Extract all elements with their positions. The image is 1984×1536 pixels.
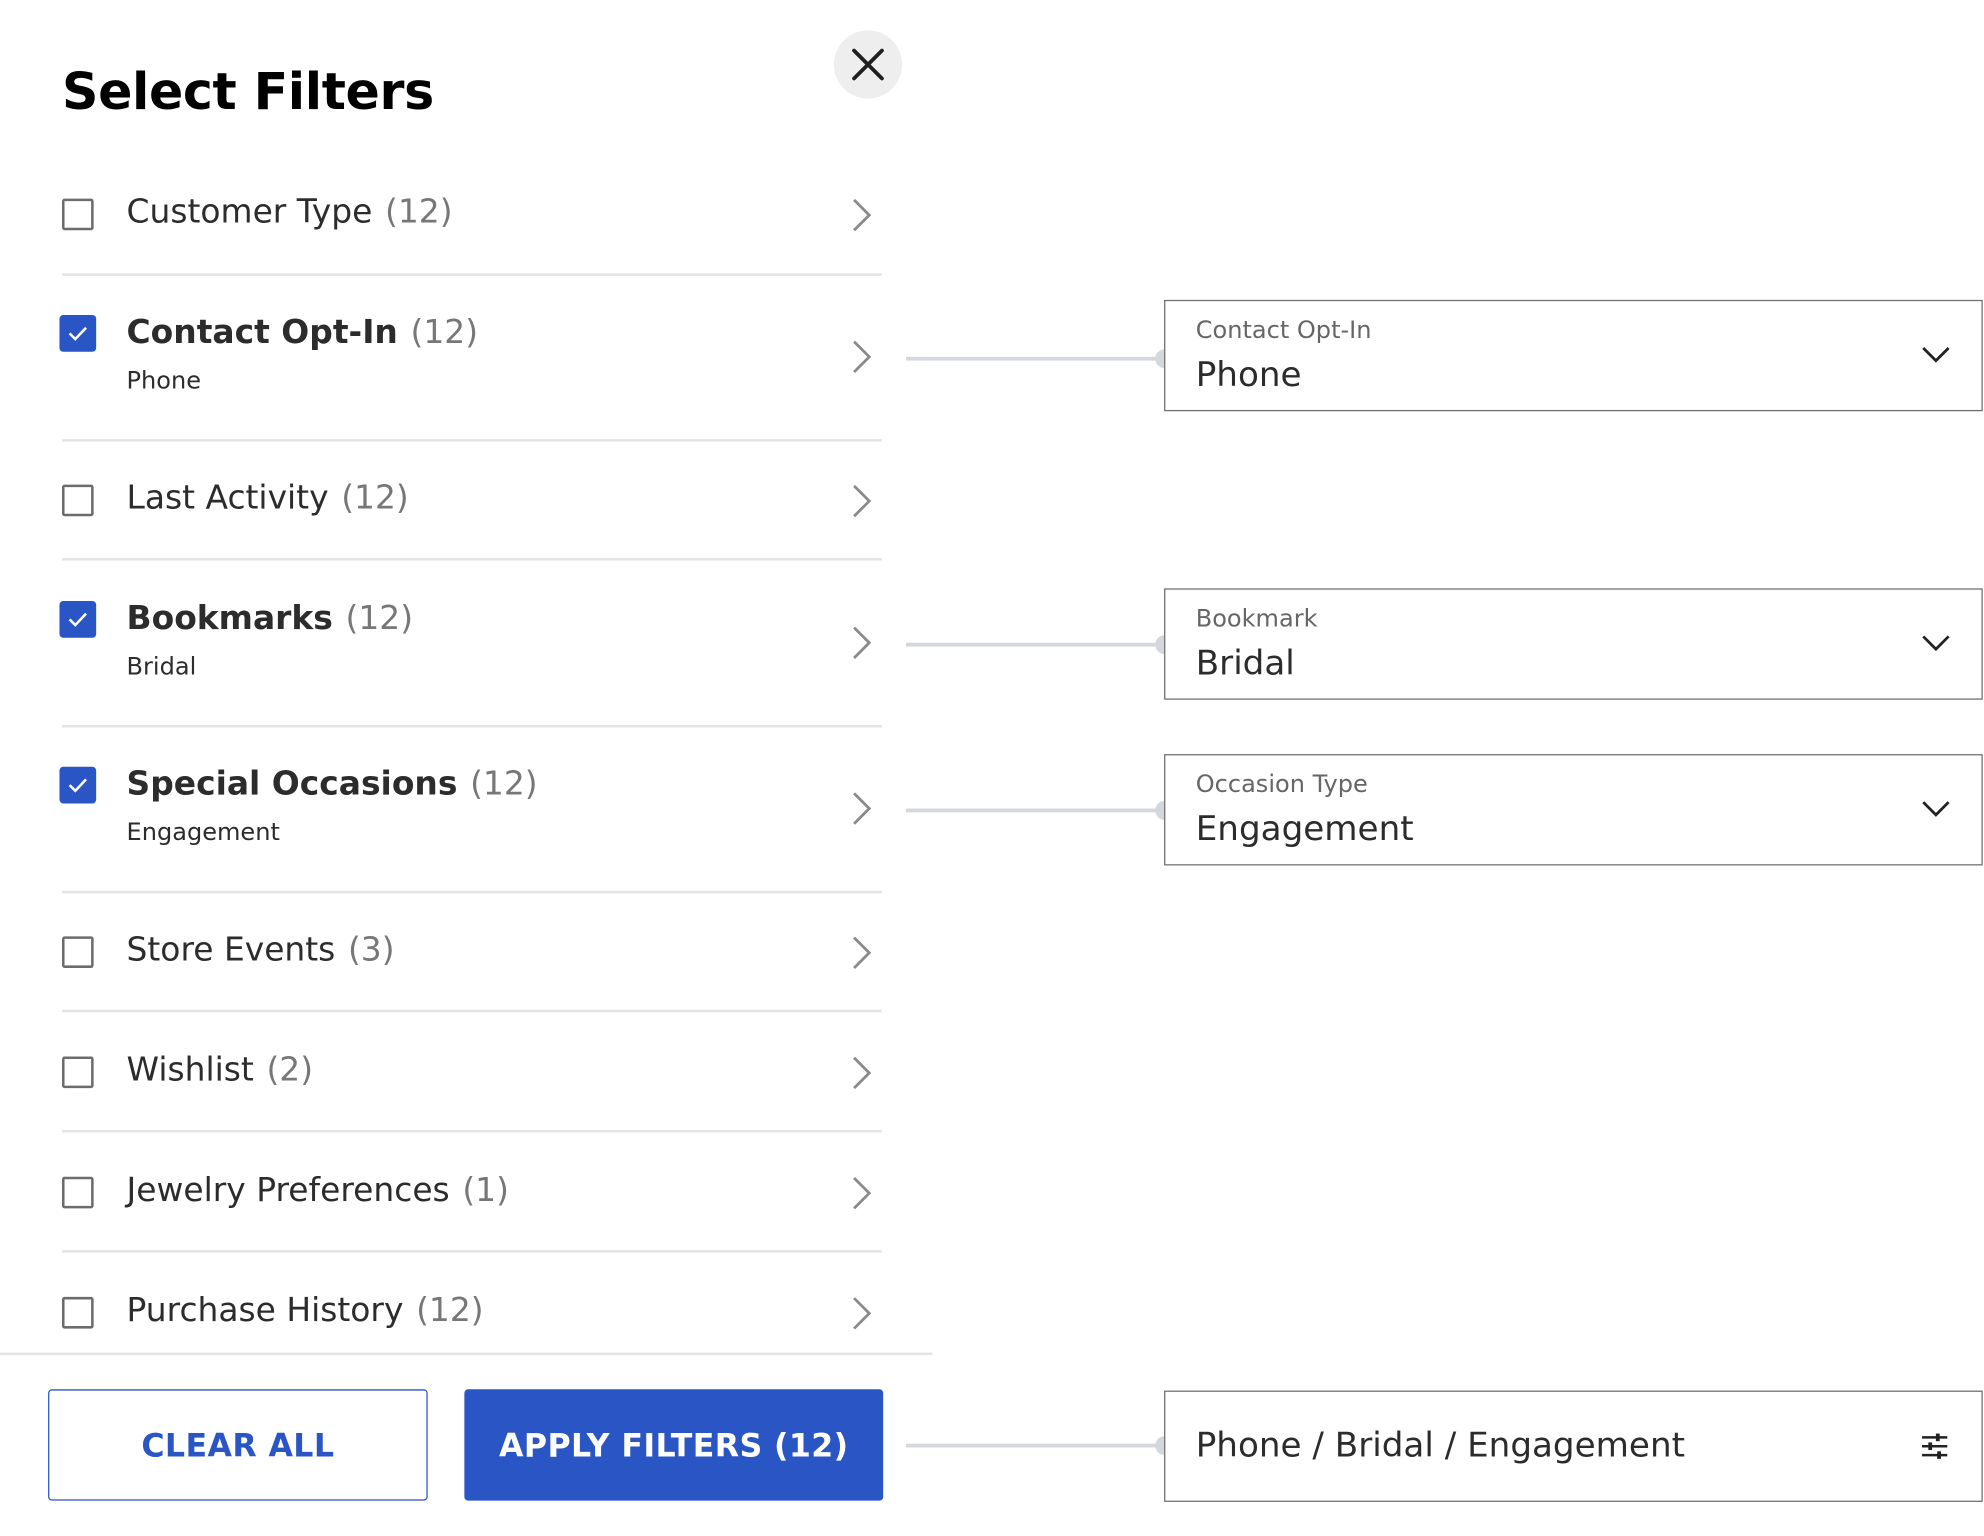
dropdown-value: Bridal	[1195, 644, 1295, 684]
chevron-down-icon	[1922, 635, 1950, 652]
dropdown-value: Engagement	[1195, 809, 1414, 850]
filters-annotation-stage: Select Filters Customer Type (12) Contact…	[0, 0, 1984, 1528]
filter-label: Last Activity (12)	[127, 480, 409, 518]
bookmarks-checkbox[interactable]	[59, 601, 97, 638]
store-events-checkbox[interactable]	[61, 936, 94, 968]
filter-label: Customer Type (12)	[127, 194, 453, 232]
contact-opt-in-dropdown[interactable]: Contact Opt-In Phone	[1164, 299, 1983, 412]
chevron-right-icon[interactable]	[849, 1296, 874, 1331]
clear-all-button[interactable]: CLEAR ALL	[48, 1389, 428, 1501]
filter-label: Contact Opt-In (12)	[127, 314, 479, 352]
wishlist-checkbox[interactable]	[61, 1056, 94, 1089]
filter-label: Jewelry Preferences (1)	[127, 1172, 509, 1210]
connector-line	[905, 800, 1175, 820]
footer-divider	[0, 1352, 933, 1356]
filter-count: (12)	[341, 479, 409, 518]
filter-name: Bookmarks	[126, 599, 333, 638]
filter-name: Contact Opt-In	[126, 313, 398, 352]
filter-count: (12)	[385, 193, 453, 232]
bookmark-dropdown[interactable]: Bookmark Bridal	[1164, 588, 1983, 700]
close-icon	[852, 48, 884, 81]
sliders-icon[interactable]	[1921, 1432, 1949, 1460]
chevron-right-icon[interactable]	[849, 625, 874, 660]
filter-row-store-events[interactable]: Store Events (3)	[61, 891, 882, 1013]
filter-row-bookmarks[interactable]: Bookmarks (12) Bridal	[59, 559, 882, 728]
filter-selected-value: Bridal	[126, 652, 197, 681]
purchase-history-checkbox[interactable]	[61, 1296, 94, 1329]
filter-name: Wishlist	[126, 1051, 254, 1090]
filter-row-purchase-history[interactable]: Purchase History (12)	[61, 1251, 882, 1352]
filter-count: (1)	[462, 1171, 509, 1210]
checkmark-icon	[68, 612, 87, 627]
chevron-right-icon[interactable]	[849, 791, 874, 826]
filter-label: Purchase History (12)	[127, 1292, 484, 1330]
filter-count: (2)	[266, 1051, 314, 1090]
page-title: Select Filters	[61, 63, 434, 122]
dropdown-value: Phone	[1195, 355, 1302, 395]
filter-row-last-activity[interactable]: Last Activity (12)	[61, 439, 882, 561]
chevron-right-icon[interactable]	[849, 1175, 874, 1210]
chevron-right-icon[interactable]	[849, 483, 874, 518]
chevron-right-icon[interactable]	[849, 339, 874, 374]
filter-label: Bookmarks (12)	[127, 600, 414, 638]
filter-name: Jewelry Preferences	[126, 1171, 450, 1210]
filter-count: (12)	[470, 765, 538, 804]
apply-filters-button[interactable]: APPLY FILTERS (12)	[464, 1389, 884, 1501]
connector-line	[905, 635, 1175, 655]
special-occasions-checkbox[interactable]	[59, 766, 97, 804]
filter-label: Special Occasions (12)	[127, 766, 538, 804]
dropdown-label: Bookmark	[1195, 604, 1318, 633]
filter-count: (12)	[410, 313, 479, 352]
filter-name: Store Events	[126, 931, 336, 970]
filter-name: Purchase History	[126, 1291, 404, 1330]
occasion-type-dropdown[interactable]: Occasion Type Engagement	[1164, 754, 1983, 866]
filter-row-customer-type[interactable]: Customer Type (12)	[61, 156, 882, 276]
filter-label: Store Events (3)	[127, 931, 395, 969]
connector-line	[905, 349, 1175, 369]
filter-summary-text: Phone / Bridal / Engagement	[1195, 1425, 1686, 1466]
chevron-right-icon[interactable]	[849, 1055, 874, 1090]
filter-row-jewelry-preferences[interactable]: Jewelry Preferences (1)	[61, 1131, 882, 1253]
chevron-right-icon[interactable]	[849, 197, 874, 232]
jewelry-preferences-checkbox[interactable]	[61, 1176, 94, 1209]
filter-count: (3)	[347, 931, 395, 970]
close-button[interactable]	[833, 30, 903, 99]
filter-summary-field[interactable]: Phone / Bridal / Engagement	[1164, 1390, 1983, 1502]
chevron-down-icon	[1922, 346, 1950, 363]
dropdown-label: Occasion Type	[1195, 770, 1368, 799]
filter-selected-value: Phone	[126, 366, 202, 395]
filter-count: (12)	[416, 1291, 484, 1330]
checkmark-icon	[68, 326, 87, 341]
filter-name: Last Activity	[126, 479, 329, 518]
filter-row-special-occasions[interactable]: Special Occasions (12) Engagement	[59, 725, 882, 894]
filter-row-wishlist[interactable]: Wishlist (2)	[61, 1011, 882, 1133]
connector-line	[905, 1436, 1175, 1456]
checkmark-icon	[68, 778, 87, 793]
filter-name: Customer Type	[126, 193, 373, 232]
filter-row-contact-opt-in[interactable]: Contact Opt-In (12) Phone	[59, 273, 882, 442]
filter-name: Special Occasions	[126, 765, 458, 804]
filter-count: (12)	[345, 599, 414, 638]
filter-selected-value: Engagement	[126, 818, 280, 847]
chevron-down-icon	[1922, 801, 1950, 817]
chevron-right-icon[interactable]	[849, 935, 874, 970]
dropdown-label: Contact Opt-In	[1195, 316, 1372, 345]
customer-type-checkbox[interactable]	[61, 198, 94, 231]
last-activity-checkbox[interactable]	[61, 484, 94, 517]
filter-label: Wishlist (2)	[127, 1051, 314, 1089]
contact-opt-in-checkbox[interactable]	[59, 315, 97, 352]
